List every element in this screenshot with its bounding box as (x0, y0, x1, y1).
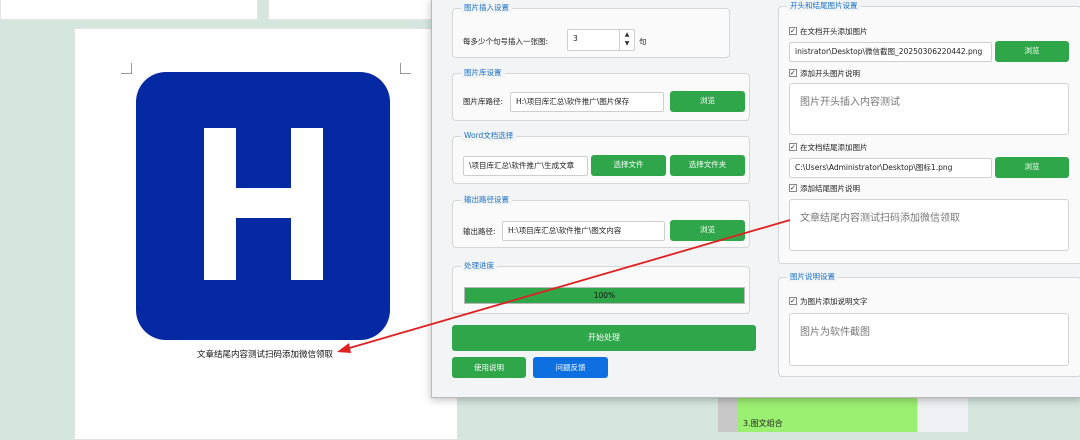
annotation-arrow (337, 219, 791, 353)
arrow-line (345, 219, 791, 350)
arrow-head-icon (337, 343, 351, 353)
